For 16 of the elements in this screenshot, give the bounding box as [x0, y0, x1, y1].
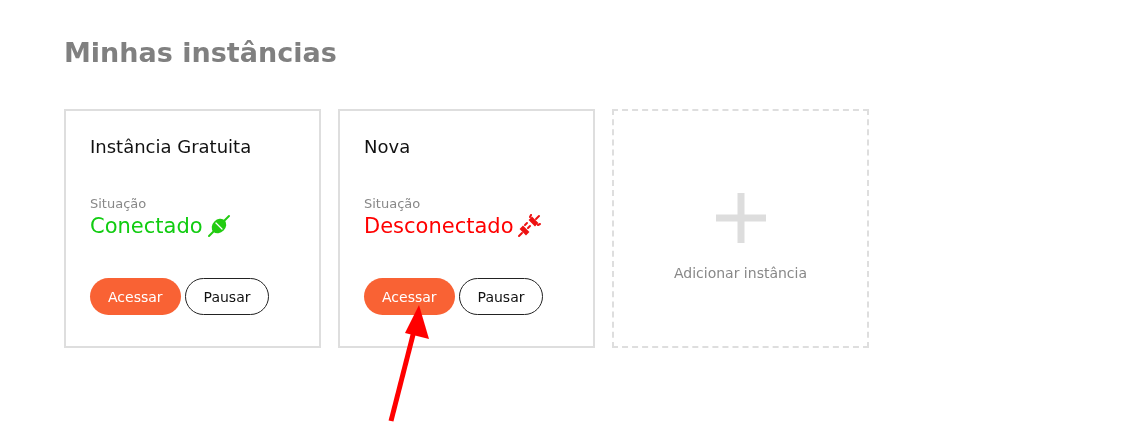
- unplugged-icon: [517, 214, 542, 238]
- page-title: Minhas instâncias: [64, 36, 338, 70]
- status-label: Situação: [90, 196, 148, 212]
- access-button[interactable]: Acessar: [364, 278, 455, 315]
- instance-name: Instância Gratuita: [90, 135, 253, 159]
- pause-button[interactable]: Pausar: [458, 278, 544, 315]
- pause-button[interactable]: Pausar: [184, 278, 270, 315]
- status-text: Conectado: [90, 213, 203, 240]
- add-instance-label: Adicionar instância: [673, 264, 808, 281]
- instance-name: Nova: [364, 135, 412, 159]
- plug-icon: [206, 214, 231, 238]
- add-instance-card[interactable]: Adicionar instância: [612, 109, 869, 348]
- access-button[interactable]: Acessar: [90, 278, 181, 315]
- plus-icon: [715, 192, 766, 243]
- status-text: Desconectado: [364, 213, 514, 240]
- status-label: Situação: [364, 196, 422, 212]
